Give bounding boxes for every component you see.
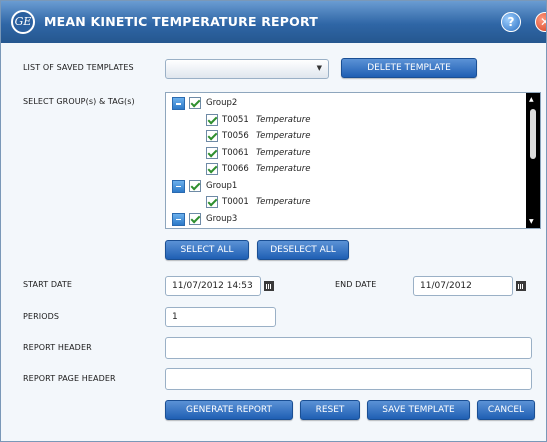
templates-label: LIST OF SAVED TEMPLATES bbox=[23, 63, 134, 72]
tag-checkbox[interactable] bbox=[206, 163, 218, 175]
group-checkbox[interactable] bbox=[189, 179, 201, 192]
cancel-button[interactable]: CANCEL bbox=[477, 400, 535, 420]
report-page-header-label: REPORT PAGE HEADER bbox=[23, 374, 116, 383]
start-date-label: START DATE bbox=[23, 280, 73, 289]
periods-label: PERIODS bbox=[23, 312, 60, 321]
report-header-label: REPORT HEADER bbox=[23, 343, 92, 352]
tag-name: T0061 bbox=[222, 147, 249, 158]
scrollbar-thumb[interactable] bbox=[530, 109, 536, 159]
scroll-down-icon[interactable]: ▼ bbox=[529, 218, 534, 225]
report-header-input[interactable] bbox=[165, 337, 532, 359]
collapse-icon[interactable] bbox=[172, 212, 185, 226]
end-date-input[interactable] bbox=[413, 276, 513, 296]
tree-label: SELECT GROUP(s) & TAG(s) bbox=[23, 97, 135, 106]
collapse-icon[interactable] bbox=[172, 179, 185, 193]
collapse-icon[interactable] bbox=[172, 97, 185, 110]
tag-name: T0056 bbox=[222, 131, 249, 141]
group-name: Group2 bbox=[206, 98, 238, 108]
tree-scrollbar[interactable]: ▲ ▼ bbox=[526, 93, 540, 228]
report-page-header-input[interactable] bbox=[165, 368, 532, 390]
group-checkbox[interactable] bbox=[189, 212, 201, 225]
window-title: MEAN KINETIC TEMPERATURE REPORT bbox=[44, 14, 318, 29]
periods-input[interactable] bbox=[165, 307, 276, 327]
report-window: GE MEAN KINETIC TEMPERATURE REPORT ? ✕ L… bbox=[0, 0, 547, 442]
start-date-input[interactable] bbox=[165, 276, 261, 296]
select-all-button[interactable]: SELECT ALL bbox=[165, 240, 249, 260]
tag-name: T0001 bbox=[222, 197, 249, 207]
tag-name: T0051 bbox=[222, 114, 249, 125]
tag-type: Temperature bbox=[256, 114, 311, 125]
group-name: Group1 bbox=[206, 180, 238, 191]
end-date-label: END DATE bbox=[335, 280, 377, 289]
dropdown-arrow-icon: ▼ bbox=[316, 64, 322, 72]
ge-logo: GE bbox=[11, 10, 35, 34]
tag-name: T0066 bbox=[222, 164, 249, 174]
group-tag-tree[interactable]: Group2 T0051 Temperature T0056 Temperature T0… bbox=[165, 92, 541, 229]
tag-type: Temperature bbox=[256, 197, 311, 207]
generate-report-button[interactable]: GENERATE REPORT bbox=[165, 400, 293, 420]
tag-checkbox[interactable] bbox=[206, 113, 218, 126]
close-button[interactable]: ✕ bbox=[535, 12, 546, 32]
tag-type: Temperature bbox=[256, 131, 311, 141]
reset-button[interactable]: RESET bbox=[300, 400, 360, 420]
deselect-all-button[interactable]: DESELECT ALL bbox=[257, 240, 349, 260]
tag-type: Temperature bbox=[256, 147, 311, 158]
group-checkbox[interactable] bbox=[189, 97, 201, 109]
group-name: Group3 bbox=[206, 213, 238, 224]
tag-checkbox[interactable] bbox=[206, 130, 218, 142]
end-calendar-icon[interactable] bbox=[516, 281, 526, 291]
help-button[interactable]: ? bbox=[501, 12, 521, 32]
scroll-up-icon[interactable]: ▲ bbox=[529, 96, 534, 103]
save-template-button[interactable]: SAVE TEMPLATE bbox=[367, 400, 470, 420]
title-bar: GE MEAN KINETIC TEMPERATURE REPORT ? ✕ bbox=[1, 1, 546, 43]
tag-checkbox[interactable] bbox=[206, 196, 218, 208]
delete-template-button[interactable]: DELETE TEMPLATE bbox=[341, 58, 477, 78]
start-calendar-icon[interactable] bbox=[264, 281, 274, 291]
tag-checkbox[interactable] bbox=[206, 146, 218, 159]
tag-type: Temperature bbox=[256, 164, 311, 174]
saved-templates-select[interactable]: ▼ bbox=[165, 59, 329, 79]
